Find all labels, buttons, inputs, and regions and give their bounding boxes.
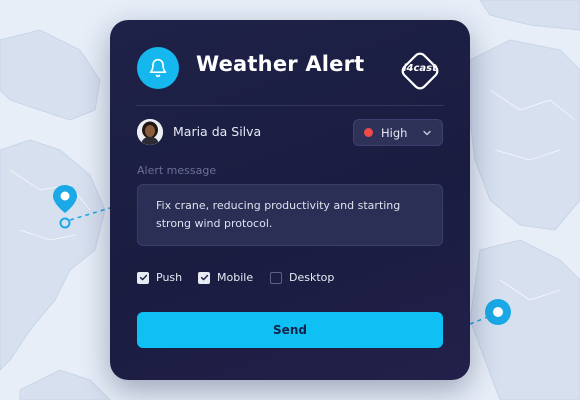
map-pin-icon <box>53 185 77 229</box>
page-title: Weather Alert <box>196 52 365 76</box>
alert-message-textarea[interactable]: Fix crane, reducing productivity and sta… <box>137 184 443 246</box>
channel-label: Desktop <box>289 271 335 284</box>
card-header: Weather Alert i4cast <box>110 20 470 106</box>
map-location-dot-icon <box>485 299 511 325</box>
priority-select[interactable]: High <box>353 119 443 146</box>
weather-alert-card: Weather Alert i4cast Maria da Silva High… <box>110 20 470 380</box>
channel-push[interactable]: Push <box>137 271 182 284</box>
channel-label: Push <box>156 271 183 284</box>
logo-text: i4cast <box>403 63 437 74</box>
chevron-down-icon <box>423 130 431 136</box>
checkbox-checked[interactable] <box>198 271 210 284</box>
avatar <box>137 119 163 145</box>
priority-value: High <box>381 125 408 140</box>
channel-mobile[interactable]: Mobile <box>198 271 253 284</box>
user-name: Maria da Silva <box>173 124 262 139</box>
i4cast-logo: i4cast <box>398 49 442 93</box>
checkbox-unchecked[interactable] <box>270 271 282 284</box>
priority-indicator <box>364 128 373 137</box>
header-divider <box>136 105 444 106</box>
channel-label: Mobile <box>217 271 254 284</box>
bell-icon <box>137 47 179 89</box>
send-button[interactable]: Send <box>137 312 443 348</box>
checkbox-checked[interactable] <box>137 271 149 284</box>
channel-desktop[interactable]: Desktop <box>270 271 334 284</box>
alert-message-label: Alert message <box>137 164 217 177</box>
